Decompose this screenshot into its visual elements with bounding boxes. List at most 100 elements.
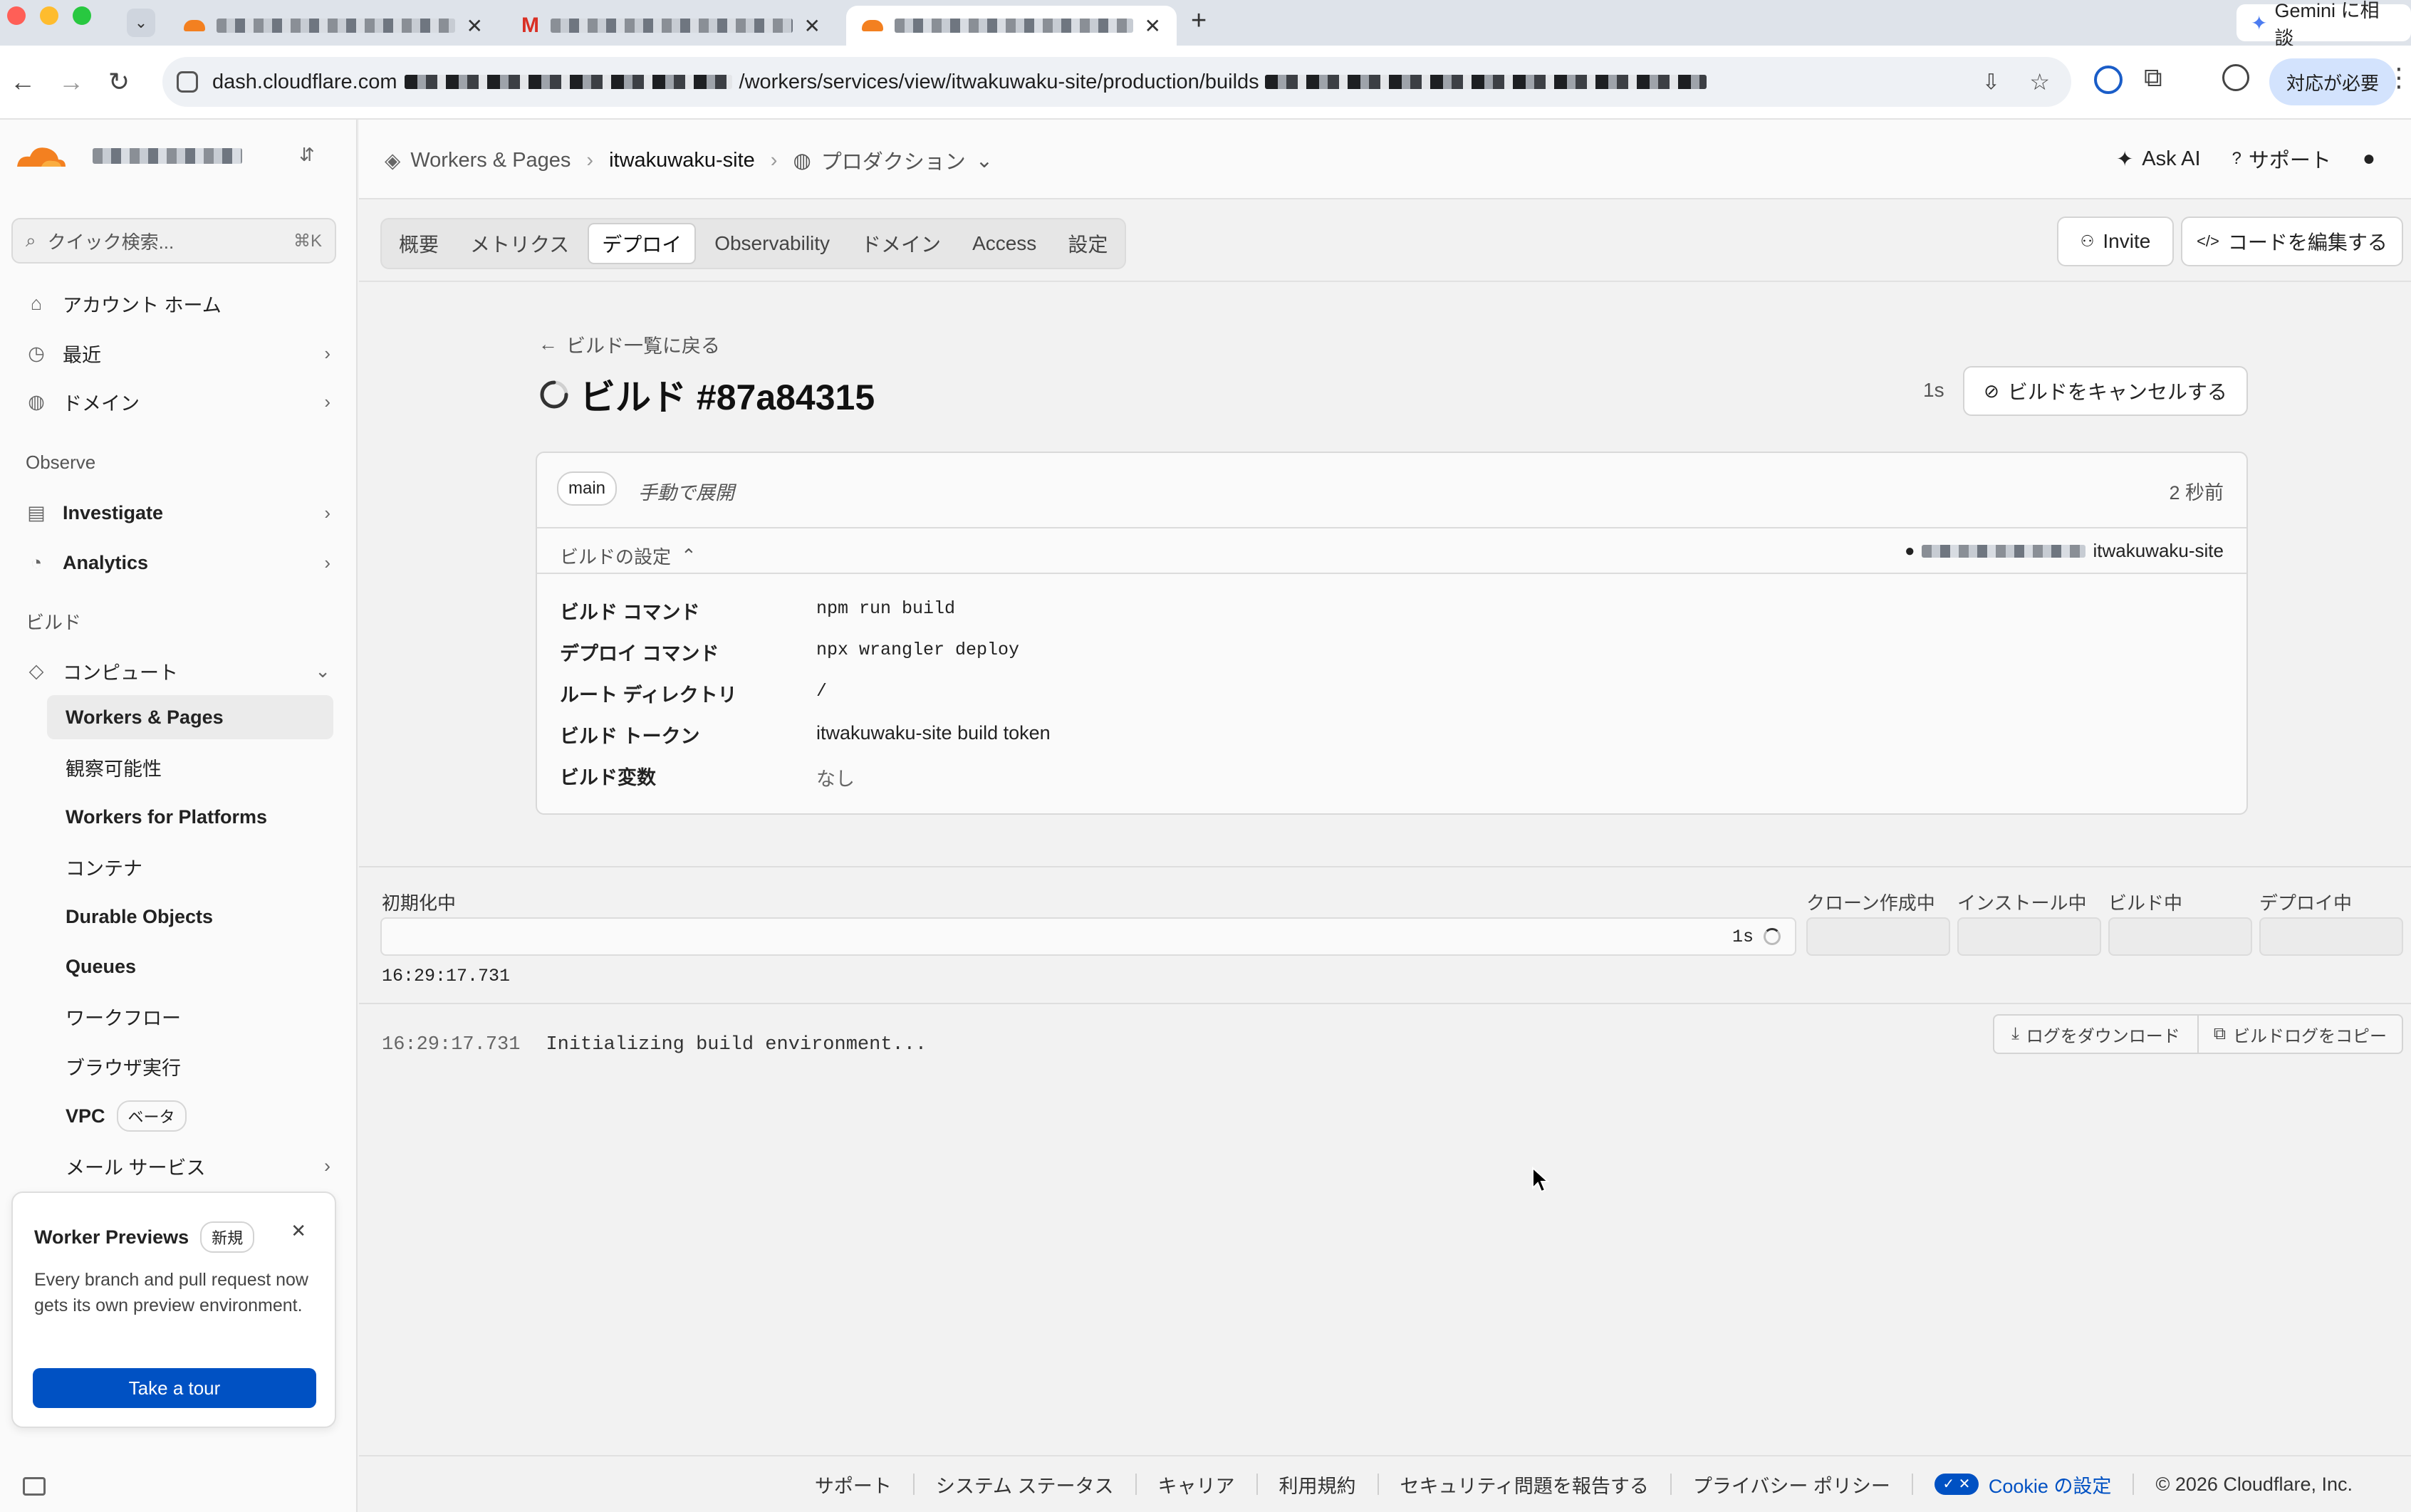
tab-domains[interactable]: ドメイン bbox=[848, 223, 954, 264]
sidebar-item-vpc[interactable]: VPC ベータ bbox=[47, 1094, 333, 1138]
chevron-right-icon: › bbox=[324, 390, 330, 412]
tab-metrics[interactable]: メトリクス bbox=[457, 223, 582, 264]
back-to-builds-link[interactable]: ← ビルド一覧に戻る bbox=[538, 330, 720, 358]
browser-tab-1[interactable]: ✕ bbox=[168, 6, 499, 46]
sidebar-item-workers-pages[interactable]: Workers & Pages bbox=[47, 695, 333, 739]
sidebar-item-compute[interactable]: ◇ コンピュート ⌄ bbox=[26, 650, 330, 692]
bookmark-star-icon[interactable]: ☆ bbox=[2029, 68, 2050, 95]
close-tab-icon[interactable]: ✕ bbox=[804, 14, 821, 38]
stage-initializing-label: 初期化中 bbox=[382, 892, 457, 914]
setting-key-build-variables: ビルド変数 bbox=[560, 767, 656, 788]
quick-search-input[interactable]: ⌕ クイック検索... ⌘K bbox=[11, 218, 336, 264]
sidebar-item-label: VPC bbox=[66, 1105, 105, 1127]
invite-button[interactable]: ⚇ Invite bbox=[2057, 217, 2174, 266]
repository-link[interactable]: ● itwakuwaku-site bbox=[1905, 540, 2224, 562]
tab-access[interactable]: Access bbox=[959, 223, 1049, 264]
sidebar-item-workers-for-platforms[interactable]: Workers for Platforms bbox=[47, 795, 333, 839]
environment-label: プロダクション bbox=[821, 151, 966, 174]
stage-start-time: 16:29:17.731 bbox=[382, 966, 511, 986]
footer-link-system-status[interactable]: システム ステータス bbox=[915, 1474, 1137, 1497]
tab-overview[interactable]: 概要 bbox=[386, 223, 452, 264]
close-tab-icon[interactable]: ✕ bbox=[467, 14, 483, 38]
password-manager-icon[interactable] bbox=[2094, 66, 2123, 94]
footer-link-careers[interactable]: キャリア bbox=[1137, 1474, 1258, 1497]
sidebar-item-durable-objects[interactable]: Durable Objects bbox=[47, 895, 333, 939]
ask-ai-button[interactable]: ✦ Ask AI bbox=[2116, 147, 2201, 172]
environment-selector[interactable]: ◍ プロダクション ⌄ bbox=[793, 145, 993, 175]
beta-badge: ベータ bbox=[116, 1100, 187, 1132]
install-app-icon[interactable]: ⇩ bbox=[1982, 70, 2000, 95]
build-settings-toggle[interactable]: ビルドの設定 ⌃ bbox=[560, 543, 697, 569]
maximize-window-button[interactable] bbox=[73, 6, 91, 25]
divider bbox=[537, 527, 2246, 528]
address-bar[interactable]: dash.cloudflare.com /workers/services/vi… bbox=[162, 57, 2071, 107]
minimize-window-button[interactable] bbox=[40, 6, 58, 25]
tab-search-chevron-icon[interactable]: ⌄ bbox=[127, 9, 155, 37]
collapse-sidebar-icon[interactable] bbox=[23, 1477, 46, 1496]
take-tour-button[interactable]: Take a tour bbox=[33, 1368, 316, 1408]
sidebar-item-analytics[interactable]: ◔ Analytics › bbox=[26, 541, 330, 584]
build-elapsed: 1s bbox=[1923, 379, 1944, 401]
footer-link-report-security[interactable]: セキュリティ問題を報告する bbox=[1379, 1474, 1672, 1497]
build-heading: ビルド bbox=[26, 612, 82, 633]
new-tab-button[interactable]: + bbox=[1191, 6, 1207, 36]
breadcrumb-worker[interactable]: itwakuwaku-site bbox=[609, 149, 755, 172]
build-info-card: main 手動で展開 2 秒前 ビルドの設定 ⌃ ● itwakuwaku-si… bbox=[536, 452, 2248, 815]
repo-name: itwakuwaku-site bbox=[2093, 540, 2224, 561]
attention-required-button[interactable]: 対応が必要 bbox=[2269, 58, 2397, 105]
sidebar-item-account-home[interactable]: ⌂ アカウント ホーム bbox=[26, 282, 330, 325]
tab-settings[interactable]: 設定 bbox=[1055, 223, 1120, 264]
site-info-icon[interactable] bbox=[177, 71, 198, 93]
browser-menu-icon[interactable]: ⋮ bbox=[2386, 63, 2411, 93]
breadcrumb-workers-pages[interactable]: Workers & Pages bbox=[410, 149, 571, 172]
reload-icon[interactable]: ↻ bbox=[108, 67, 130, 97]
sidebar-item-containers[interactable]: コンテナ bbox=[47, 845, 333, 889]
tab-observability[interactable]: Observability bbox=[702, 223, 843, 264]
add-user-icon: ⚇ bbox=[2080, 232, 2095, 250]
cancel-build-button[interactable]: ⊘ ビルドをキャンセルする bbox=[1963, 366, 2248, 416]
invite-label: Invite bbox=[2103, 230, 2151, 252]
download-log-button[interactable]: ⤓ ログをダウンロード bbox=[1994, 1016, 2199, 1053]
cloudflare-logo-icon[interactable] bbox=[13, 141, 67, 170]
setting-key-build-token: ビルド トークン bbox=[560, 726, 700, 747]
stage-installing-bar bbox=[1957, 917, 2101, 956]
edit-code-button[interactable]: </> コードを編集する bbox=[2181, 217, 2403, 266]
sidebar-item-investigate[interactable]: ▤ Investigate › bbox=[26, 491, 330, 534]
gemini-button[interactable]: ✦ Gemini に相談 bbox=[2236, 0, 2411, 49]
close-tab-icon[interactable]: ✕ bbox=[1145, 14, 1161, 38]
footer-link-terms[interactable]: 利用規約 bbox=[1258, 1474, 1379, 1497]
worker-tabs-row: 概要 メトリクス デプロイ Observability ドメイン Access … bbox=[359, 199, 2411, 282]
sidebar-item-browser-rendering[interactable]: ブラウザ実行 bbox=[47, 1044, 333, 1088]
profile-avatar-icon[interactable] bbox=[2222, 64, 2249, 91]
support-button[interactable]: ? サポート bbox=[2232, 144, 2331, 174]
copy-log-button[interactable]: ⧉ ビルドログをコピー bbox=[2199, 1016, 2402, 1053]
setting-value-deploy-command: npx wrangler deploy bbox=[816, 640, 1020, 660]
account-name-blurred[interactable] bbox=[93, 148, 242, 164]
close-icon[interactable]: ✕ bbox=[291, 1220, 306, 1242]
workers-diamond-icon: ◈ bbox=[385, 149, 401, 172]
browser-tab-3-active[interactable]: ✕ bbox=[846, 6, 1177, 46]
sidebar-item-workflows[interactable]: ワークフロー bbox=[47, 994, 333, 1038]
header-actions: ✦ Ask AI ? サポート ● bbox=[2116, 144, 2375, 174]
copy-icon: ⧉ bbox=[2213, 1024, 2227, 1043]
footer-cookie-settings[interactable]: ✓ ✕ Cookie の設定 bbox=[1913, 1474, 2135, 1497]
footer-link-support[interactable]: サポート bbox=[793, 1474, 915, 1497]
extensions-puzzle-icon[interactable]: ⧉ bbox=[2144, 63, 2162, 93]
divider bbox=[537, 573, 2246, 574]
code-icon: </> bbox=[2197, 232, 2219, 250]
tab-deployments[interactable]: デプロイ bbox=[588, 223, 697, 264]
cloudflare-favicon-icon bbox=[184, 20, 205, 31]
close-window-button[interactable] bbox=[7, 6, 26, 25]
chevron-right-icon: › bbox=[324, 1154, 330, 1177]
sidebar-item-queues[interactable]: Queues bbox=[47, 944, 333, 989]
user-icon[interactable]: ● bbox=[2363, 147, 2375, 171]
sidebar-item-observability[interactable]: 観察可能性 bbox=[47, 745, 333, 789]
browser-tab-2[interactable]: M ✕ bbox=[506, 6, 836, 46]
forward-arrow-icon[interactable]: → bbox=[58, 67, 84, 97]
sidebar-item-email-service[interactable]: メール サービス › bbox=[47, 1144, 333, 1188]
back-arrow-icon[interactable]: ← bbox=[10, 67, 36, 97]
sidebar-item-recent[interactable]: ◷ 最近 › bbox=[26, 332, 330, 375]
account-switcher-icon[interactable]: ⇵ bbox=[299, 144, 315, 166]
sidebar-item-domains[interactable]: ◍ ドメイン › bbox=[26, 380, 330, 423]
footer-link-privacy[interactable]: プライバシー ポリシー bbox=[1672, 1474, 1913, 1497]
